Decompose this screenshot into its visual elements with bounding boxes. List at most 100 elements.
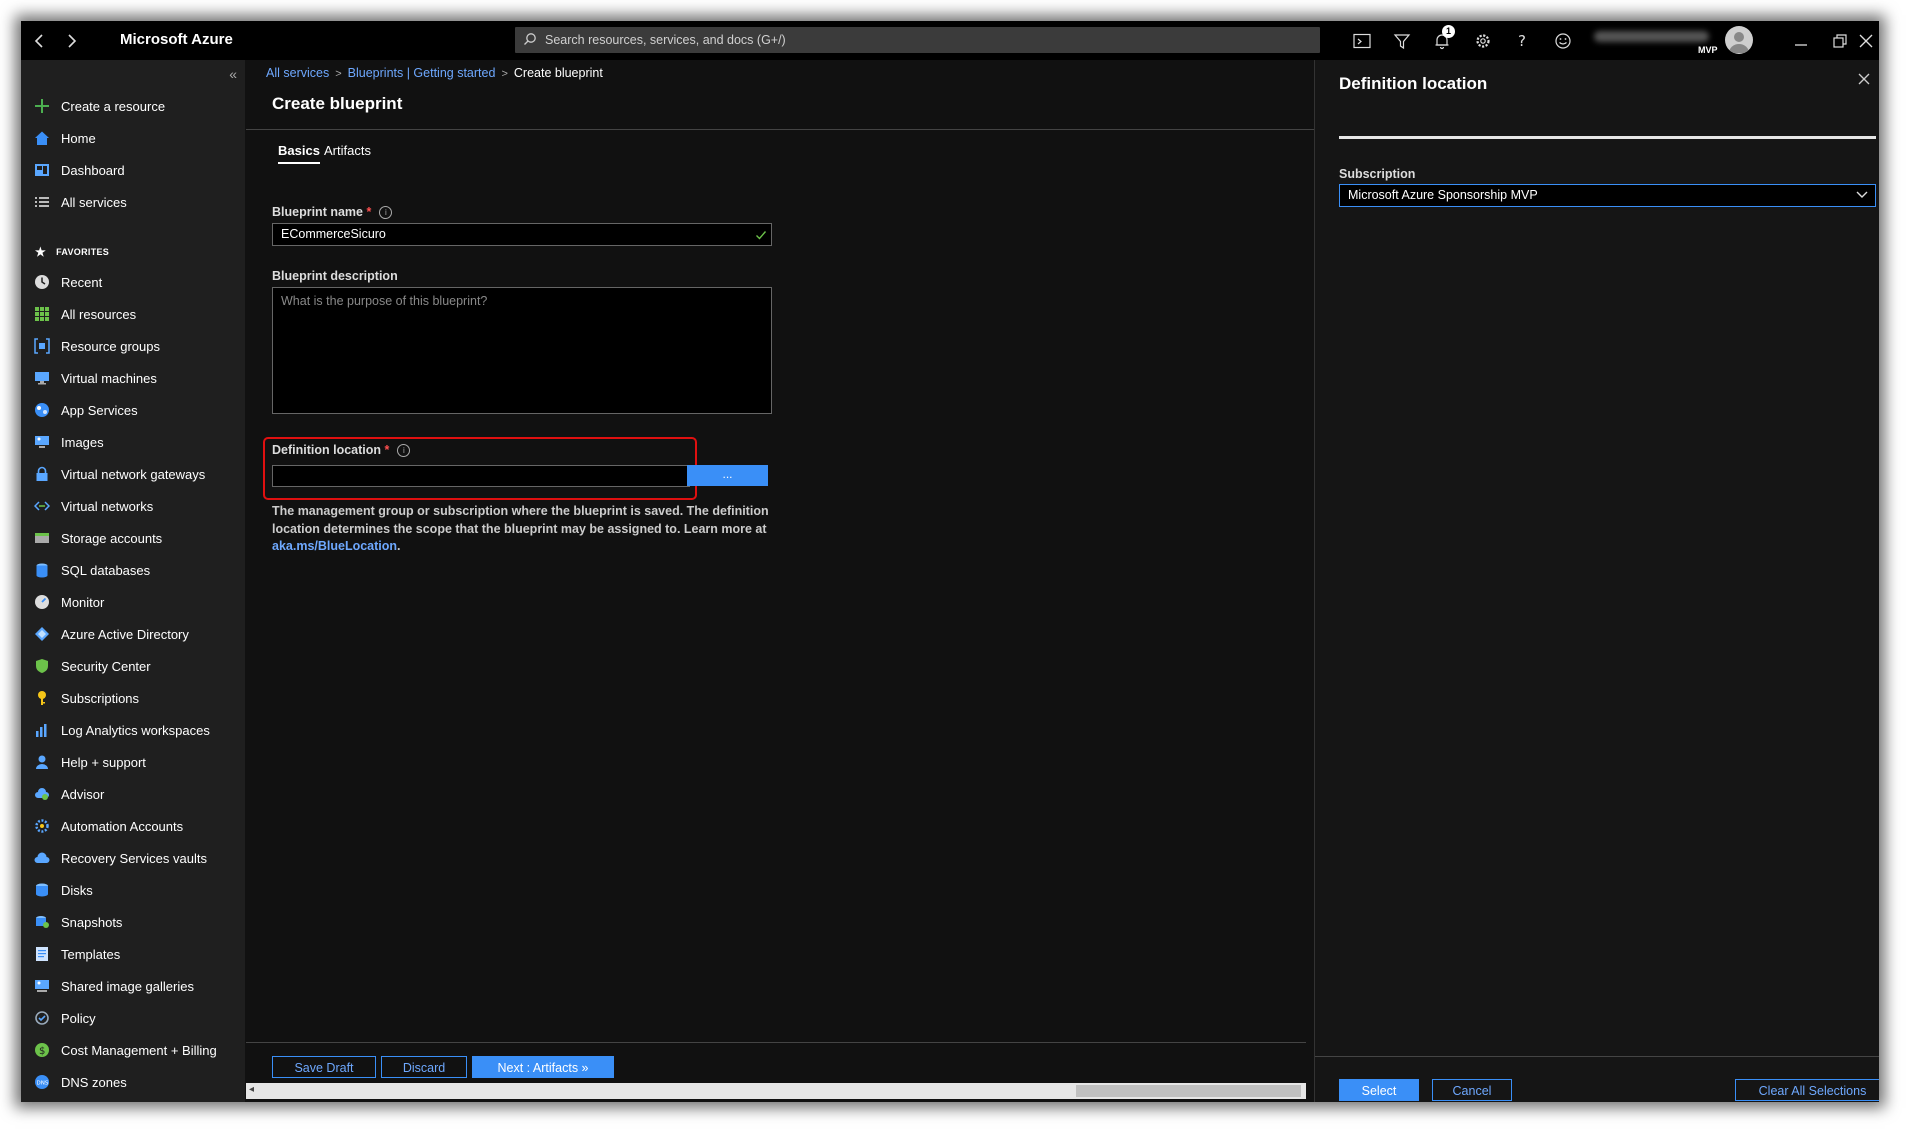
clear-all-selections-button[interactable]: Clear All Selections [1735,1079,1879,1101]
disk-icon [33,881,51,899]
sidebar-item-sql-databases[interactable]: SQL databases [33,558,150,582]
gallery-icon [33,977,51,995]
blueprint-description-textarea[interactable]: What is the purpose of this blueprint? [272,287,772,414]
sidebar-item-label: Resource groups [61,338,160,354]
select-button[interactable]: Select [1339,1079,1419,1101]
horizontal-scrollbar[interactable]: ◂ [246,1083,1306,1099]
scrollbar-thumb[interactable] [1076,1085,1301,1097]
discard-button[interactable]: Discard [381,1056,467,1078]
blueprint-name-label: Blueprint name * i [272,205,393,219]
cancel-button[interactable]: Cancel [1432,1079,1512,1101]
grid-icon [33,305,51,323]
sidebar-item-label: App Services [61,402,138,418]
sidebar-item-dashboard[interactable]: Dashboard [33,158,125,182]
sidebar-item-advisor[interactable]: Advisor [33,782,104,806]
minimize-icon[interactable] [1788,28,1814,54]
tab-artifacts[interactable]: Artifacts [324,143,371,158]
sidebar-item-resource-groups[interactable]: Resource groups [33,334,160,358]
sidebar-item-label: Automation Accounts [61,818,184,834]
sidebar-item-security-center[interactable]: Security Center [33,654,151,678]
sidebar-item-label: Advisor [61,786,105,802]
chevron-right-icon: > [501,68,508,80]
collapse-sidebar-icon[interactable]: « [229,66,237,82]
sidebar-item-policy[interactable]: Policy [33,1006,96,1030]
favorites-header: ★ FAVORITES [35,245,109,259]
sidebar-item-storage-accounts[interactable]: Storage accounts [33,526,162,550]
save-draft-button[interactable]: Save Draft [272,1056,376,1078]
azure-portal-window: Microsoft Azure Search resources, servic… [21,21,1879,1102]
learn-more-link[interactable]: aka.ms/BlueLocation [272,539,397,553]
forward-icon[interactable] [60,29,84,53]
sidebar-item-vnet-gateways[interactable]: Virtual network gateways [33,462,205,486]
azure-ad-diamond-icon [33,625,51,643]
search-input[interactable]: Search resources, services, and docs (G+… [515,27,1320,53]
sidebar-item-snapshots[interactable]: Snapshots [33,910,122,934]
sidebar-item-recent[interactable]: Recent [33,270,102,294]
top-bar: Microsoft Azure Search resources, servic… [21,21,1879,60]
notifications-icon[interactable]: 1 [1429,25,1455,54]
account-name-blurred[interactable] [1594,31,1709,42]
subscription-dropdown[interactable]: Microsoft Azure Sponsorship MVP [1339,184,1876,207]
info-icon[interactable]: i [397,444,411,457]
app-title[interactable]: Microsoft Azure [120,31,233,48]
definition-location-label-text: Definition location [272,443,382,457]
sidebar-item-cost-management[interactable]: $ Cost Management + Billing [33,1038,217,1062]
sidebar-item-disks[interactable]: Disks [33,878,93,902]
directory-filter-icon[interactable] [1389,28,1415,54]
sidebar-item-label: Security Center [61,658,151,674]
create-blueprint-blade: All services > Blueprints | Getting starte… [246,60,1314,1102]
sidebar-item-app-services[interactable]: App Services [33,398,138,422]
sidebar-item-label: Home [61,130,96,146]
shield-icon [33,657,51,675]
definition-location-input[interactable] [272,465,690,487]
tab-basics[interactable]: Basics [278,143,320,164]
sidebar-item-virtual-networks[interactable]: Virtual networks [33,494,153,518]
settings-gear-icon[interactable] [1470,28,1496,54]
sidebar-item-automation-accounts[interactable]: Automation Accounts [33,814,183,838]
scroll-left-icon[interactable]: ◂ [249,1084,254,1095]
account-tag: MVP [1698,45,1718,55]
sidebar-item-monitor[interactable]: Monitor [33,590,104,614]
back-icon[interactable] [27,29,51,53]
blueprint-name-input[interactable]: ECommerceSicuro [272,223,772,246]
sidebar-item-all-services[interactable]: All services [33,190,127,214]
avatar[interactable] [1725,26,1753,54]
sidebar-item-shared-image-galleries[interactable]: Shared image galleries [33,974,194,998]
notification-badge: 1 [1442,25,1455,38]
sidebar-item-azure-ad[interactable]: Azure Active Directory [33,622,189,646]
breadcrumb-current: Create blueprint [513,66,603,80]
sidebar-item-images[interactable]: Images [33,430,104,454]
breadcrumb-blueprints[interactable]: Blueprints | Getting started [348,66,496,80]
sidebar-item-help-support[interactable]: Help + support [33,750,146,774]
sidebar-item-label: Log Analytics workspaces [61,722,210,738]
sidebar-item-label: Subscriptions [61,690,140,706]
sidebar-item-create-resource[interactable]: Create a resource [33,94,165,118]
sidebar-item-templates[interactable]: Templates [33,942,120,966]
sidebar-item-label: Snapshots [61,914,123,930]
sidebar-item-label: Virtual networks [61,498,154,514]
sidebar-item-home[interactable]: Home [33,126,96,150]
breadcrumb: All services > Blueprints | Getting starte… [266,66,603,80]
close-window-icon[interactable] [1853,28,1879,54]
sidebar-item-label: DNS zones [61,1074,127,1090]
browse-location-button[interactable]: ... [687,465,768,486]
help-icon[interactable]: ? [1510,28,1536,54]
cloud-shell-icon[interactable] [1349,28,1375,54]
feedback-smiley-icon[interactable] [1550,28,1576,54]
subscription-value: Microsoft Azure Sponsorship MVP [1348,188,1538,202]
description-placeholder: What is the purpose of this blueprint? [281,294,488,308]
sidebar-item-subscriptions[interactable]: Subscriptions [33,686,139,710]
next-artifacts-button[interactable]: Next : Artifacts » [472,1056,614,1078]
advisor-cloud-icon [33,785,51,803]
sidebar-item-virtual-machines[interactable]: Virtual machines [33,366,157,390]
sidebar-item-dns-zones[interactable]: DNS DNS zones [33,1070,127,1094]
close-panel-icon[interactable] [1858,72,1870,90]
info-icon[interactable]: i [379,206,393,219]
restore-icon[interactable] [1827,28,1853,54]
policy-icon [33,1009,51,1027]
subscription-label: Subscription [1339,167,1416,181]
sidebar-item-all-resources[interactable]: All resources [33,302,136,326]
sidebar-item-recovery-vaults[interactable]: Recovery Services vaults [33,846,207,870]
breadcrumb-all-services[interactable]: All services [266,66,329,80]
sidebar-item-log-analytics[interactable]: Log Analytics workspaces [33,718,210,742]
